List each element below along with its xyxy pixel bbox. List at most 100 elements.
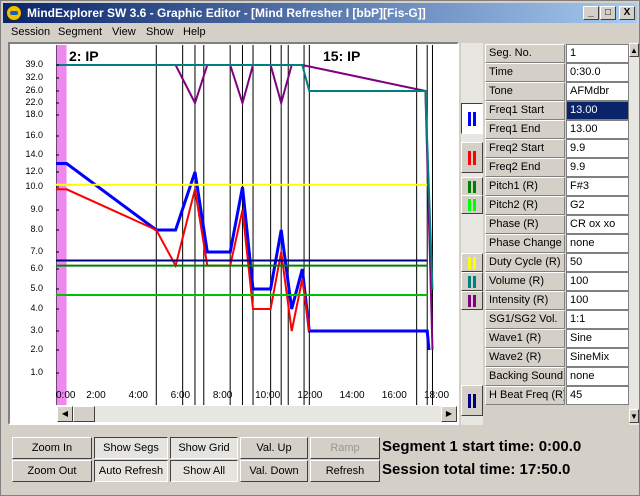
param-label[interactable]: Freq2 End bbox=[485, 158, 565, 177]
menu-show[interactable]: Show bbox=[146, 26, 174, 38]
param-row[interactable]: Seg. No. 1 bbox=[485, 44, 629, 63]
param-value[interactable]: AFMdbr bbox=[566, 82, 629, 101]
param-label[interactable]: Freq2 Start bbox=[485, 139, 565, 158]
param-row[interactable]: Backing Sound none bbox=[485, 367, 629, 386]
param-value[interactable]: Sine bbox=[566, 329, 629, 348]
panel-scroll-down-icon[interactable]: ▼ bbox=[629, 409, 639, 423]
color-swatch-button[interactable] bbox=[461, 291, 483, 310]
show-all-button[interactable]: Show All bbox=[170, 460, 238, 482]
param-row[interactable]: Wave1 (R) Sine bbox=[485, 329, 629, 348]
maximize-button[interactable]: □ bbox=[600, 6, 616, 20]
param-label[interactable]: Seg. No. bbox=[485, 44, 565, 63]
param-label[interactable]: Pitch1 (R) bbox=[485, 177, 565, 196]
color-swatch-button[interactable] bbox=[461, 195, 483, 214]
param-label[interactable]: H Beat Freq (R) bbox=[485, 386, 565, 405]
value-up-button[interactable]: Val. Up bbox=[240, 437, 308, 459]
color-swatch-button[interactable] bbox=[461, 177, 483, 196]
zoom-in-button[interactable]: Zoom In bbox=[12, 437, 92, 459]
y-tick-label: 26.0 bbox=[25, 85, 43, 95]
color-swatch-button[interactable] bbox=[461, 142, 483, 173]
refresh-button[interactable]: Refresh bbox=[310, 460, 380, 482]
param-value[interactable]: 50 bbox=[566, 253, 629, 272]
param-value[interactable]: G2 bbox=[566, 196, 629, 215]
color-swatch-button[interactable] bbox=[461, 253, 483, 272]
param-row[interactable]: Intensity (R) 100 bbox=[485, 291, 629, 310]
show-segs-button[interactable]: Show Segs bbox=[94, 437, 168, 459]
close-button[interactable]: X bbox=[619, 6, 635, 20]
param-label[interactable]: Backing Sound bbox=[485, 367, 565, 386]
param-value[interactable]: 45 bbox=[566, 386, 629, 405]
param-value[interactable]: 9.9 bbox=[566, 139, 629, 158]
panel-scrollbar[interactable]: ▲ ▼ bbox=[629, 43, 639, 425]
param-label[interactable]: Pitch2 (R) bbox=[485, 196, 565, 215]
graph-canvas[interactable] bbox=[56, 45, 456, 405]
param-row[interactable]: SG1/SG2 Vol. 1:1 bbox=[485, 310, 629, 329]
param-label[interactable]: Time bbox=[485, 63, 565, 82]
ramp-button[interactable]: Ramp bbox=[310, 437, 380, 459]
param-label[interactable]: Freq1 Start bbox=[485, 101, 565, 120]
param-value[interactable]: 100 bbox=[566, 291, 629, 310]
param-row[interactable]: Volume (R) 100 bbox=[485, 272, 629, 291]
param-row[interactable]: Tone AFMdbr bbox=[485, 82, 629, 101]
param-value[interactable]: 9.9 bbox=[566, 158, 629, 177]
color-swatch-button[interactable] bbox=[461, 385, 483, 416]
minimize-button[interactable]: _ bbox=[583, 6, 599, 20]
param-label[interactable]: Wave2 (R) bbox=[485, 348, 565, 367]
param-label[interactable]: Intensity (R) bbox=[485, 291, 565, 310]
swatch-bar-icon bbox=[468, 181, 471, 193]
menu-session[interactable]: Session bbox=[11, 26, 50, 38]
scroll-thumb[interactable] bbox=[73, 406, 95, 422]
param-value[interactable]: 1:1 bbox=[566, 310, 629, 329]
app-icon[interactable] bbox=[6, 5, 22, 21]
param-row[interactable]: Phase Change none bbox=[485, 234, 629, 253]
y-tick-label: 14.0 bbox=[25, 149, 43, 159]
param-value[interactable]: none bbox=[566, 367, 629, 386]
x-tick-label: 2:00 bbox=[86, 390, 106, 401]
auto-refresh-button[interactable]: Auto Refresh bbox=[94, 460, 168, 482]
param-row[interactable]: Time 0:30.0 bbox=[485, 63, 629, 82]
param-label[interactable]: Freq1 End bbox=[485, 120, 565, 139]
param-value[interactable]: SineMix bbox=[566, 348, 629, 367]
param-row[interactable]: Wave2 (R) SineMix bbox=[485, 348, 629, 367]
color-swatch-button[interactable] bbox=[461, 272, 483, 291]
y-tick-label: 39.0 bbox=[25, 59, 43, 69]
param-row[interactable]: Freq1 Start 13.00 bbox=[485, 101, 629, 120]
param-label[interactable]: Wave1 (R) bbox=[485, 329, 565, 348]
scroll-left-icon[interactable]: ◀ bbox=[57, 406, 73, 422]
param-value[interactable]: 1 bbox=[566, 44, 629, 63]
param-label[interactable]: Volume (R) bbox=[485, 272, 565, 291]
param-value[interactable]: F#3 bbox=[566, 177, 629, 196]
horizontal-scrollbar[interactable]: ◀ ▶ bbox=[57, 406, 457, 422]
graph-plot[interactable] bbox=[56, 45, 456, 405]
menu-segment[interactable]: Segment bbox=[58, 26, 102, 38]
show-grid-button[interactable]: Show Grid bbox=[170, 437, 238, 459]
param-label[interactable]: Phase Change bbox=[485, 234, 565, 253]
param-label[interactable]: Phase (R) bbox=[485, 215, 565, 234]
param-row[interactable]: Pitch2 (R) G2 bbox=[485, 196, 629, 215]
title-bar[interactable]: MindExplorer SW 3.6 - Graphic Editor - [… bbox=[3, 3, 637, 23]
zoom-out-button[interactable]: Zoom Out bbox=[12, 460, 92, 482]
param-label[interactable]: SG1/SG2 Vol. bbox=[485, 310, 565, 329]
param-label[interactable]: Tone bbox=[485, 82, 565, 101]
param-row[interactable]: Freq2 Start 9.9 bbox=[485, 139, 629, 158]
param-row[interactable]: Freq2 End 9.9 bbox=[485, 158, 629, 177]
param-row[interactable]: Duty Cycle (R) 50 bbox=[485, 253, 629, 272]
scroll-right-icon[interactable]: ▶ bbox=[441, 406, 457, 422]
param-value[interactable]: 0:30.0 bbox=[566, 63, 629, 82]
param-value[interactable]: 100 bbox=[566, 272, 629, 291]
menu-view[interactable]: View bbox=[112, 26, 136, 38]
param-label[interactable]: Duty Cycle (R) bbox=[485, 253, 565, 272]
panel-scroll-up-icon[interactable]: ▲ bbox=[629, 43, 639, 57]
param-row[interactable]: Freq1 End 13.00 bbox=[485, 120, 629, 139]
value-down-button[interactable]: Val. Down bbox=[240, 460, 308, 482]
param-value[interactable]: 13.00 bbox=[566, 120, 629, 139]
param-row[interactable]: H Beat Freq (R) 45 bbox=[485, 386, 629, 405]
param-value[interactable]: none bbox=[566, 234, 629, 253]
param-row[interactable]: Phase (R) CR ox xo bbox=[485, 215, 629, 234]
swatch-bar-icon bbox=[468, 257, 471, 269]
param-value[interactable]: 13.00 bbox=[566, 101, 629, 120]
param-value[interactable]: CR ox xo bbox=[566, 215, 629, 234]
color-swatch-button[interactable] bbox=[461, 103, 483, 134]
menu-help[interactable]: Help bbox=[183, 26, 206, 38]
param-row[interactable]: Pitch1 (R) F#3 bbox=[485, 177, 629, 196]
